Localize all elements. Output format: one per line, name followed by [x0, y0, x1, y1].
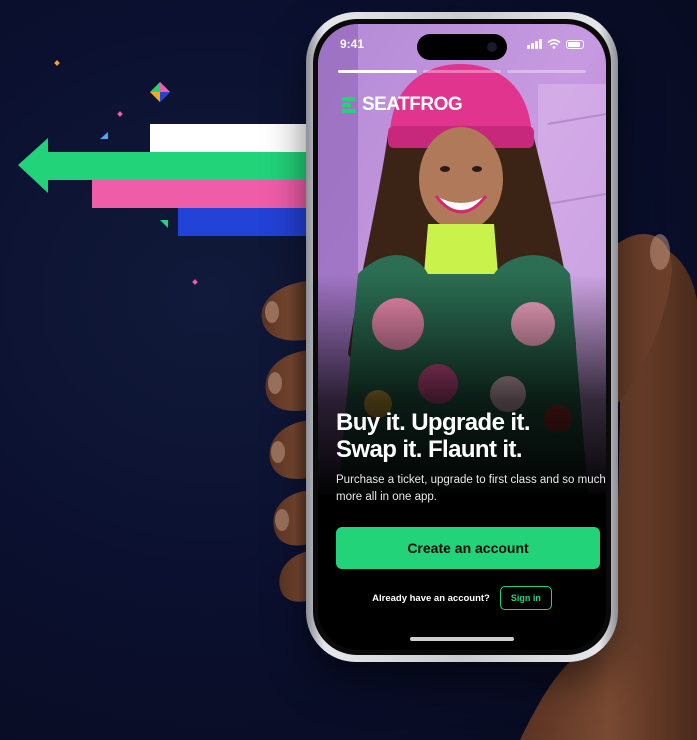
app-screen: 9:41 SEATFROG Buy it. Upgrade it. Swap i… [318, 24, 606, 650]
sign-in-button[interactable]: Sign in [499, 586, 552, 610]
seatfrog-logo-icon [342, 97, 356, 113]
status-time: 9:41 [340, 37, 365, 51]
brand-name: SEATFROG [362, 94, 463, 115]
story-progress-segment [507, 70, 587, 73]
brand-logo: SEATFROG [342, 94, 463, 116]
phone-bezel: 9:41 SEATFROG Buy it. Upgrade it. Swap i… [313, 19, 611, 655]
photo-gradient-overlay [318, 274, 606, 504]
status-icons [527, 39, 584, 49]
battery-icon [566, 39, 584, 49]
signin-row: Already have an account? Sign in [318, 586, 606, 610]
signin-prompt: Already have an account? [372, 592, 490, 604]
phone-device: 9:41 SEATFROG Buy it. Upgrade it. Swap i… [306, 12, 618, 662]
dynamic-island [417, 34, 507, 60]
hero-headline: Buy it. Upgrade it. Swap it. Flaunt it. [336, 409, 606, 463]
create-account-button[interactable]: Create an account [336, 527, 600, 569]
story-progress-segment [422, 70, 502, 73]
story-progress [338, 70, 587, 73]
story-progress-segment [338, 70, 417, 73]
wifi-icon [547, 39, 561, 49]
home-indicator[interactable] [410, 637, 514, 641]
cellular-signal-icon [527, 39, 542, 49]
hero-subtext: Purchase a ticket, upgrade to first clas… [336, 474, 606, 503]
headline-line-2: Swap it. Flaunt it. [336, 436, 523, 463]
headline-line-1: Buy it. Upgrade it. [336, 409, 531, 436]
